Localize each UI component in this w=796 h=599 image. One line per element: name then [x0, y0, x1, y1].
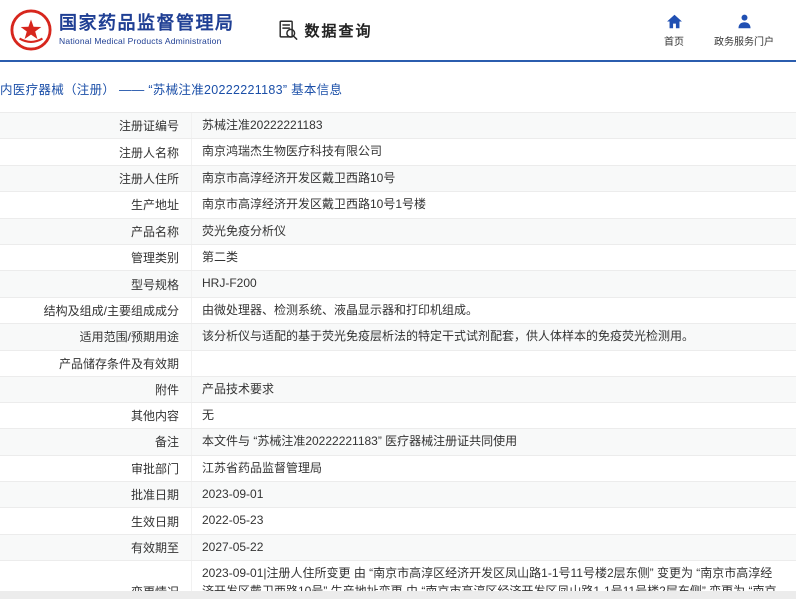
row-value: 该分析仪与适配的基于荧光免疫层析法的特定干式试剂配套，供人体样本的免疫荧光检测用… — [202, 329, 695, 344]
table-row: 生效日期 2022-05-23 — [0, 508, 796, 535]
row-value: 无 — [202, 407, 215, 422]
table-row: 生产地址 南京市高淳经济开发区戴卫西路10号1号楼 — [0, 192, 796, 219]
agency-logo: 国家药品监督管理局 National Medical Products Admi… — [10, 9, 235, 51]
person-icon — [737, 14, 751, 28]
row-label: 管理类别 — [0, 244, 192, 271]
table-row: 产品储存条件及有效期 — [0, 350, 796, 377]
home-label: 首页 — [664, 36, 684, 48]
table-row: 附件 产品技术要求 — [0, 376, 796, 403]
row-value: 由微处理器、检测系统、液晶显示器和打印机组成。 — [202, 302, 479, 317]
data-query-section: 数据查询 — [277, 19, 373, 41]
table-row: 注册证编号 苏械注准20222221183 — [0, 113, 796, 140]
registration-info-table: 注册证编号 苏械注准20222221183 注册人名称 南京鸿瑞杰生物医疗科技有… — [0, 112, 796, 599]
table-row: 结构及组成/主要组成成分 由微处理器、检测系统、液晶显示器和打印机组成。 — [0, 297, 796, 325]
header-quick-links: 首页 政务服务门户 — [664, 13, 780, 48]
row-value: 南京鸿瑞杰生物医疗科技有限公司 — [202, 144, 383, 159]
row-label: 有效期至 — [0, 534, 192, 561]
row-label: 结构及组成/主要组成成分 — [0, 297, 192, 324]
section-title: 数据查询 — [304, 22, 373, 40]
table-row: 注册人住所 南京市高淳经济开发区戴卫西路10号 — [0, 165, 796, 193]
table-row: 注册人名称 南京鸿瑞杰生物医疗科技有限公司 — [0, 139, 796, 166]
table-row: 其他内容 无 — [0, 402, 796, 430]
gov-portal-link[interactable]: 政务服务门户 — [714, 13, 774, 48]
table-row: 审批部门 江苏省药品监督管理局 — [0, 455, 796, 483]
row-label: 附件 — [0, 376, 192, 402]
row-value: 苏械注准20222221183 — [202, 118, 323, 132]
gov-portal-label: 政务服务门户 — [714, 36, 774, 48]
row-label: 注册人住所 — [0, 165, 192, 192]
row-value: 南京市高淳经济开发区戴卫西路10号 — [202, 170, 396, 185]
table-row: 型号规格 HRJ-F200 — [0, 271, 796, 298]
row-label: 备注 — [0, 429, 192, 455]
app-header: 国家药品监督管理局 National Medical Products Admi… — [0, 0, 796, 62]
agency-name-cn: 国家药品监督管理局 — [59, 12, 235, 33]
table-row: 管理类别 第二类 — [0, 244, 796, 272]
table-row: 备注 本文件与 “苏械注准20222221183” 医疗器械注册证共同使用 — [0, 429, 796, 456]
row-value — [192, 351, 796, 376]
row-label: 生产地址 — [0, 192, 192, 218]
row-value: HRJ-F200 — [202, 276, 257, 291]
row-value: 2023-09-01 — [202, 487, 264, 502]
row-label: 其他内容 — [0, 402, 192, 429]
document-search-icon — [278, 20, 297, 40]
page-title: 内医疗器械（注册） —— “苏械注准20222221183” 基本信息 — [0, 83, 343, 97]
row-value: 2027-05-22 — [202, 539, 264, 554]
row-label: 产品名称 — [0, 218, 192, 244]
row-value: 2022-05-23 — [202, 513, 264, 528]
row-label: 产品储存条件及有效期 — [0, 350, 192, 376]
title-bar: 内医疗器械（注册） —— “苏械注准20222221183” 基本信息 — [0, 62, 796, 112]
row-label: 生效日期 — [0, 508, 192, 534]
row-label: 适用范围/预期用途 — [0, 324, 192, 350]
agency-names: 国家药品监督管理局 National Medical Products Admi… — [59, 12, 235, 47]
table-row: 批准日期 2023-09-01 — [0, 482, 796, 509]
row-value: 本文件与 “苏械注准20222221183” 医疗器械注册证共同使用 — [202, 434, 518, 449]
footer-strip — [0, 591, 796, 599]
row-value: 第二类 — [202, 249, 239, 264]
row-value: 荧光免疫分析仪 — [202, 223, 287, 238]
home-link[interactable]: 首页 — [664, 13, 684, 48]
table-row: 产品名称 荧光免疫分析仪 — [0, 218, 796, 245]
row-value: 南京市高淳经济开发区戴卫西路10号1号楼 — [202, 197, 427, 212]
table-row: 有效期至 2027-05-22 — [0, 534, 796, 562]
row-label: 型号规格 — [0, 271, 192, 297]
row-label: 审批部门 — [0, 455, 192, 482]
row-label: 注册证编号 — [0, 113, 192, 139]
row-label: 注册人名称 — [0, 139, 192, 165]
row-label: 批准日期 — [0, 482, 192, 508]
nmpa-emblem-icon — [10, 9, 52, 51]
home-icon — [666, 14, 682, 28]
row-value: 江苏省药品监督管理局 — [202, 460, 323, 475]
agency-name-en: National Medical Products Administration — [59, 36, 222, 47]
table-row: 适用范围/预期用途 该分析仪与适配的基于荧光免疫层析法的特定干式试剂配套，供人体… — [0, 324, 796, 351]
row-value: 产品技术要求 — [202, 381, 275, 396]
